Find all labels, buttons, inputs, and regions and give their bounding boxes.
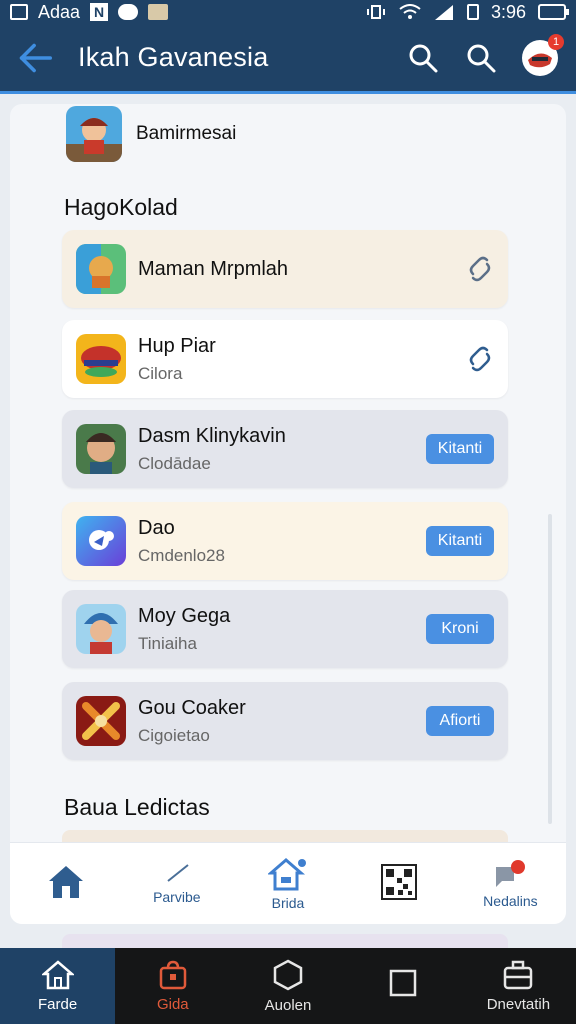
home-icon: [41, 959, 74, 989]
image-icon: [10, 4, 28, 20]
page-title: Ikah Gavanesia: [78, 42, 269, 72]
square-icon: [389, 969, 417, 997]
search-icon: [467, 44, 496, 72]
system-nav-label: Auolen: [264, 996, 312, 1014]
install-button[interactable]: Kitanti: [426, 526, 494, 556]
featured-item-label: Bamirmesai: [136, 123, 237, 144]
pen-icon: [167, 863, 189, 882]
system-nav-auolen[interactable]: Auolen: [230, 948, 345, 1024]
list-item[interactable]: Hup Piar Cilora: [62, 320, 508, 398]
system-nav-dnevtatih[interactable]: Dnevtatih: [461, 948, 576, 1024]
search-button-secondary[interactable]: [464, 41, 498, 75]
inner-nav-label: Nedalins: [483, 892, 538, 909]
row-title: Hup Piar: [138, 334, 216, 357]
install-button[interactable]: Kitanti: [426, 434, 494, 464]
store-icon: [268, 857, 306, 890]
inner-nav-brida[interactable]: Brida: [232, 857, 343, 911]
list-item[interactable]: Dasm Klinykavin Clodādae Kitanti: [62, 410, 508, 488]
back-button[interactable]: [18, 41, 52, 75]
app-icon: [76, 244, 126, 294]
link-icon: [469, 346, 491, 372]
install-button[interactable]: Afiorti: [426, 706, 494, 736]
row-subtitle: Clodādae: [138, 453, 211, 473]
battery-icon: [538, 4, 569, 20]
hexagon-icon: [273, 959, 303, 990]
home-icon: [48, 865, 83, 898]
inner-nav-label: Parvibe: [153, 888, 201, 905]
system-nav-bar: Farde Gida Auolen Dnevtatih: [0, 948, 576, 1024]
row-title: Dao: [138, 516, 175, 539]
vibrate-icon: [366, 5, 385, 19]
inner-nav-home[interactable]: [10, 864, 121, 904]
app-icon: [76, 516, 126, 566]
system-nav-farde[interactable]: Farde: [0, 948, 116, 1024]
row-subtitle: Cigoietao: [138, 725, 210, 745]
content-sheet: Bamirmesai HagoKolad Maman Mrpmlah Hup P…: [10, 104, 566, 924]
list-item[interactable]: Dao Cmdenlo28 Kitanti: [62, 502, 508, 580]
row-title: Gou Coaker: [138, 696, 246, 719]
notification-badge: 1: [548, 33, 564, 50]
install-button[interactable]: Kroni: [426, 614, 494, 644]
photo-icon: [148, 4, 169, 20]
section-heading: HagoKolad: [64, 194, 178, 220]
system-nav-label: Dnevtatih: [486, 995, 551, 1013]
profile-button[interactable]: 1: [522, 33, 564, 76]
section-heading: Baua Ledictas: [64, 794, 210, 820]
clock: 3:96: [490, 1, 526, 22]
row-title: Moy Gega: [138, 604, 231, 627]
signal-icon: [434, 5, 453, 20]
inner-nav-bar: Parvibe Brida Nedalins: [10, 842, 566, 924]
carrier-label: Adaa: [38, 1, 81, 22]
search-icon: [409, 44, 438, 72]
inner-nav-qr[interactable]: [344, 863, 455, 904]
wifi-icon: [399, 4, 421, 19]
app-icon: [76, 696, 126, 746]
featured-item[interactable]: Bamirmesai: [66, 106, 236, 162]
inner-nav-parvibe[interactable]: Parvibe: [121, 863, 232, 905]
row-title: Dasm Klinykavin: [138, 424, 286, 447]
app-icon: [66, 106, 122, 162]
system-nav-label: Farde: [38, 995, 78, 1013]
app-icon: [76, 424, 126, 474]
qr-code-icon: [381, 863, 418, 900]
briefcase-icon: [504, 960, 533, 989]
row-subtitle: Cmdenlo28: [138, 545, 225, 565]
row-subtitle: Tiniaiha: [138, 633, 197, 653]
system-nav-square[interactable]: [346, 948, 461, 1024]
back-arrow-icon: [19, 43, 52, 72]
inner-nav-label: Brida: [271, 894, 305, 911]
app-icon: [76, 334, 126, 384]
scrollbar[interactable]: [548, 514, 552, 824]
bag-icon: [159, 960, 187, 989]
list-item-peek: [62, 934, 508, 948]
notification-icon: [496, 859, 526, 887]
link-button[interactable]: [466, 345, 494, 373]
link-button[interactable]: [466, 255, 494, 283]
sim-icon: [466, 4, 479, 20]
cat-icon: [118, 4, 139, 20]
n-icon: N: [90, 3, 109, 21]
app-bar: Ikah Gavanesia 1: [0, 24, 576, 94]
status-bar: Adaa N 3:96: [0, 0, 576, 24]
row-subtitle: Cilora: [138, 363, 183, 383]
search-button[interactable]: [406, 41, 440, 75]
list-item[interactable]: Gou Coaker Cigoietao Afiorti: [62, 682, 508, 760]
row-title: Maman Mrpmlah: [138, 257, 289, 280]
inner-nav-nedalins[interactable]: Nedalins: [455, 859, 566, 909]
app-icon: [76, 604, 126, 654]
list-item[interactable]: Maman Mrpmlah: [62, 230, 508, 308]
list-item[interactable]: Moy Gega Tiniaiha Kroni: [62, 590, 508, 668]
system-nav-label: Gida: [156, 995, 189, 1013]
link-icon: [469, 256, 491, 282]
system-nav-gida[interactable]: Gida: [115, 948, 230, 1024]
